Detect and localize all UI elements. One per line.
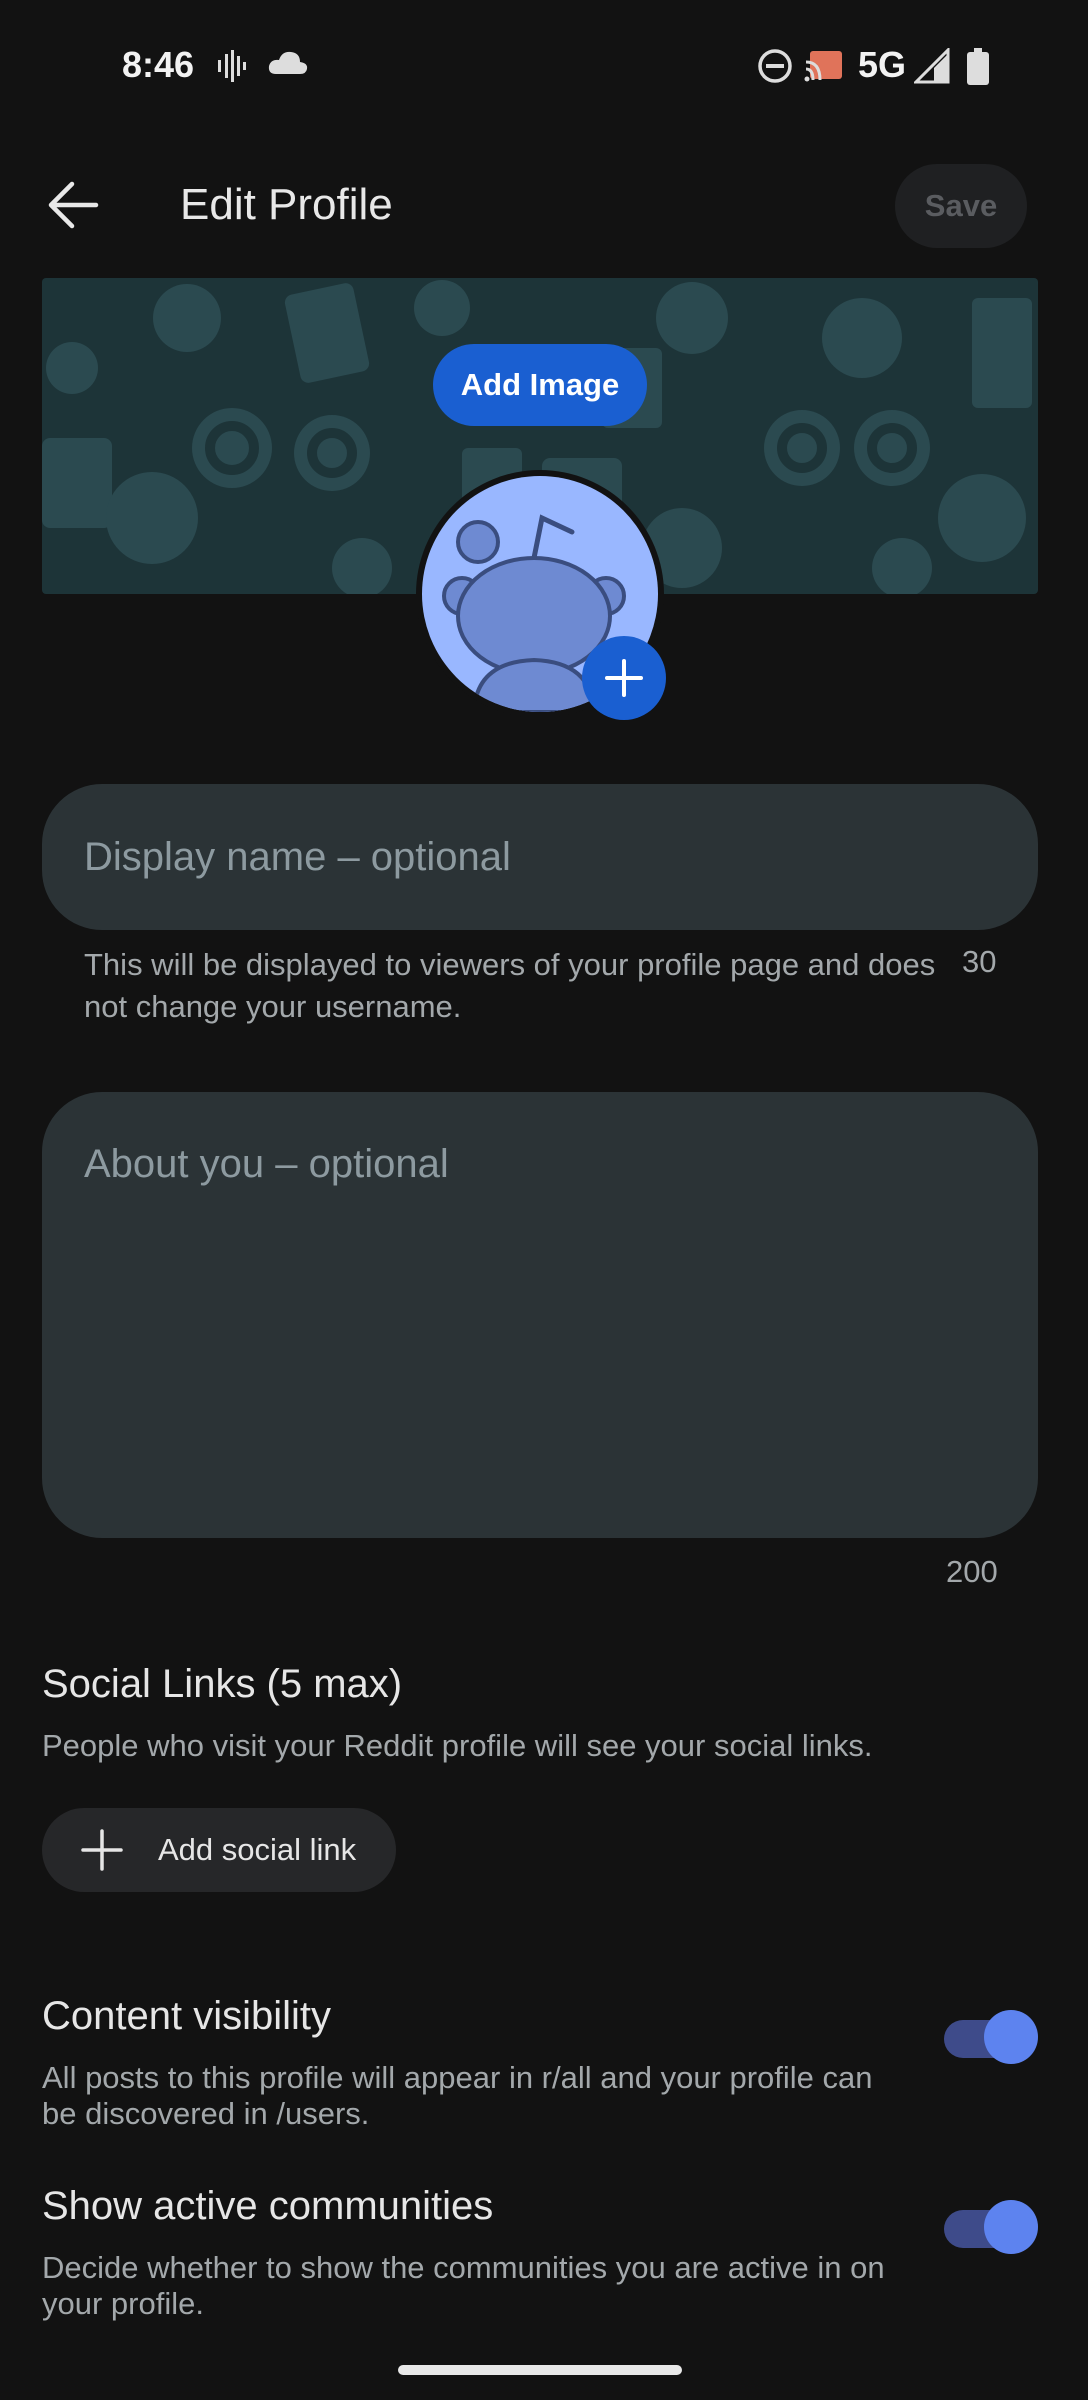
content-visibility-toggle[interactable] <box>944 2010 1038 2064</box>
arrow-left-icon <box>48 181 99 229</box>
display-name-input[interactable] <box>42 784 1038 930</box>
home-indicator[interactable] <box>398 2365 682 2375</box>
cloud-icon <box>268 51 308 74</box>
content-visibility-title: Content visibility <box>42 1994 332 2038</box>
add-avatar-button[interactable] <box>582 636 666 720</box>
vibrate-icon <box>218 50 246 82</box>
add-social-link-label: Add social link <box>158 1832 357 1867</box>
social-links-title: Social Links (5 max) <box>42 1662 403 1706</box>
top-app-bar: Edit Profile Save <box>0 150 1088 260</box>
toggle-knob <box>984 2010 1038 2064</box>
status-bar: 8:46 5G <box>0 0 1088 130</box>
content-visibility-description: All posts to this profile will appear in… <box>42 2060 873 2131</box>
page-title: Edit Profile <box>180 180 393 229</box>
add-image-button[interactable]: Add Image <box>433 344 647 426</box>
network-label: 5G <box>858 44 907 85</box>
about-counter: 200 <box>946 1554 998 1589</box>
back-button[interactable] <box>40 170 110 240</box>
active-communities-description: Decide whether to show the communities y… <box>42 2250 885 2321</box>
plus-icon <box>605 659 643 697</box>
about-input[interactable] <box>42 1092 1038 1538</box>
social-links-description: People who visit your Reddit profile wil… <box>42 1728 873 1763</box>
signal-icon <box>914 48 950 84</box>
display-name-counter: 30 <box>962 944 997 979</box>
toggle-knob <box>984 2200 1038 2254</box>
display-name-field <box>42 784 1038 930</box>
status-time: 8:46 <box>122 44 195 85</box>
plus-icon <box>80 1828 124 1872</box>
save-button[interactable]: Save <box>895 164 1027 248</box>
add-social-link-button[interactable]: Add social link <box>42 1808 396 1892</box>
about-field <box>42 1092 1038 1538</box>
active-communities-toggle[interactable] <box>944 2200 1038 2254</box>
display-name-helper: This will be displayed to viewers of you… <box>84 947 936 1024</box>
active-communities-title: Show active communities <box>42 2184 494 2228</box>
cast-icon <box>804 51 842 82</box>
dnd-icon <box>758 49 792 83</box>
battery-icon <box>967 48 989 85</box>
